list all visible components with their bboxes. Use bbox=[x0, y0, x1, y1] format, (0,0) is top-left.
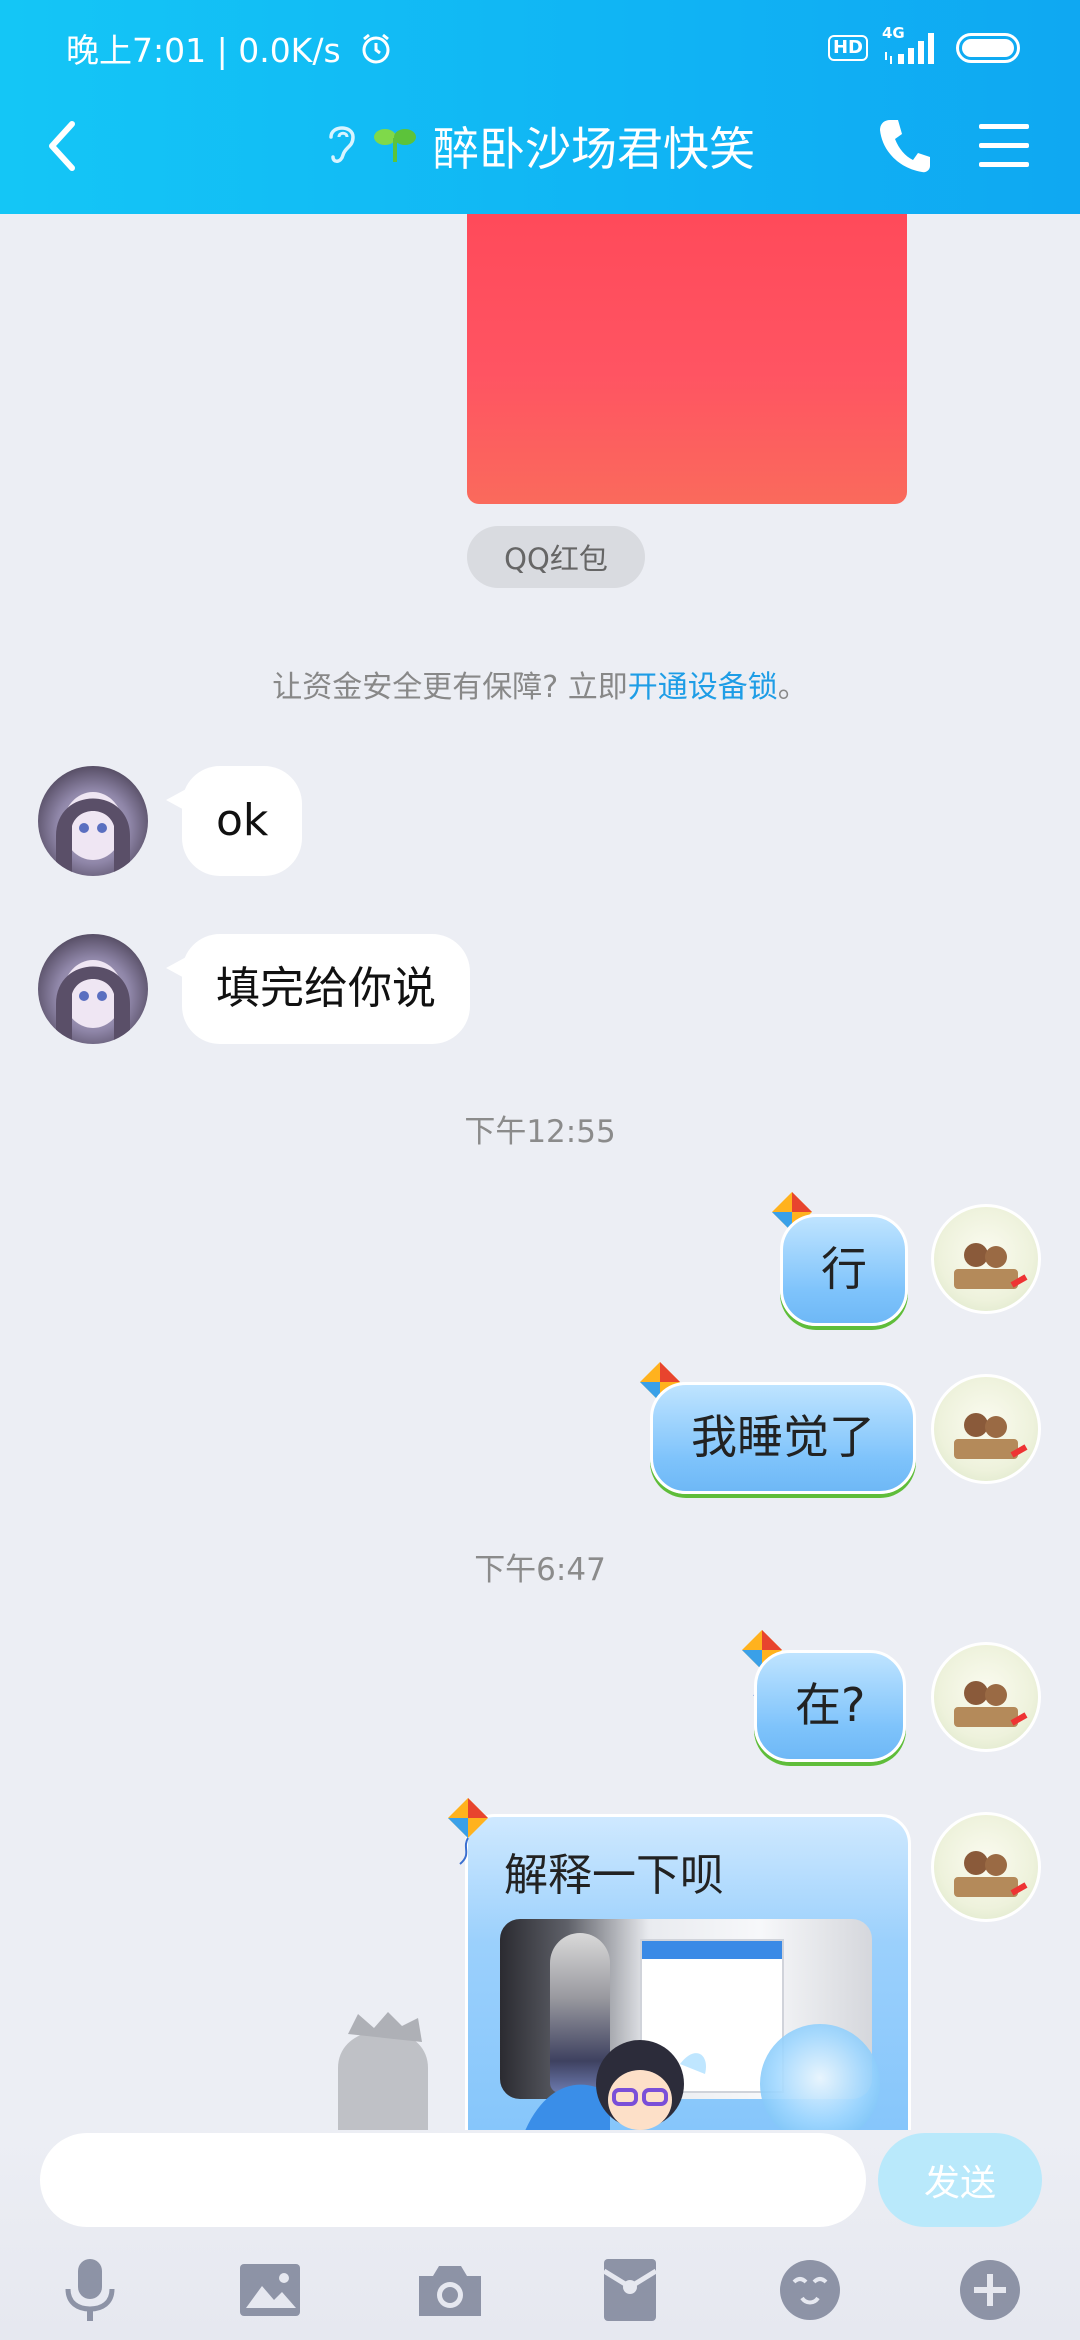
my-avatar[interactable] bbox=[931, 1374, 1041, 1484]
phone-call-icon[interactable] bbox=[876, 116, 932, 180]
header: 晚上7:01 | 0.0K/s HD 4G 醉卧沙场君快笑 bbox=[0, 0, 1080, 214]
status-right: HD 4G bbox=[827, 24, 1020, 66]
message-bubble-right[interactable]: 在? bbox=[754, 1650, 907, 1762]
plus-icon[interactable] bbox=[950, 2250, 1030, 2330]
status-bar: 晚上7:01 | 0.0K/s HD 4G bbox=[0, 0, 1080, 95]
status-left: 晚上7:01 | 0.0K/s bbox=[66, 24, 393, 74]
message-bubble-left[interactable]: ok bbox=[165, 766, 303, 876]
camera-icon[interactable] bbox=[410, 2250, 490, 2330]
chat-area[interactable]: QQ红包 让资金安全更有保障? 立即开通设备锁。 ok 填完给你说 下午12:5… bbox=[0, 214, 1080, 2130]
message-bubble-right[interactable]: 我睡觉了 bbox=[650, 1382, 916, 1494]
contact-avatar[interactable] bbox=[38, 934, 148, 1044]
my-avatar[interactable] bbox=[931, 1812, 1041, 1922]
contact-avatar[interactable] bbox=[38, 766, 148, 876]
battery-icon bbox=[956, 33, 1020, 63]
input-area: 发送 bbox=[0, 2130, 1080, 2340]
menu-icon[interactable] bbox=[977, 120, 1033, 176]
ghost-character-icon bbox=[318, 2008, 448, 2130]
red-packet-icon[interactable] bbox=[590, 2250, 670, 2330]
alarm-icon bbox=[359, 32, 393, 74]
send-button[interactable]: 发送 bbox=[878, 2133, 1042, 2227]
my-avatar[interactable] bbox=[931, 1642, 1041, 1752]
message-text: 解释一下呗 bbox=[504, 1850, 724, 1901]
sprout-icon bbox=[373, 124, 417, 168]
status-time: 晚上7:01 | 0.0K/s bbox=[66, 31, 341, 70]
image-icon[interactable] bbox=[230, 2250, 310, 2330]
enable-device-lock-link[interactable]: 开通设备锁 bbox=[628, 670, 778, 705]
red-packet-label: QQ红包 bbox=[467, 526, 645, 588]
message-bubble-right[interactable]: 行 bbox=[780, 1214, 908, 1326]
chat-title: 醉卧沙场君快笑 bbox=[433, 122, 755, 176]
hd-badge: HD bbox=[827, 35, 868, 61]
input-toolbar bbox=[0, 2250, 1080, 2330]
microphone-icon[interactable] bbox=[50, 2250, 130, 2330]
security-notice-text: 让资金安全更有保障? 立即 bbox=[272, 670, 628, 705]
earpiece-mode-icon[interactable] bbox=[325, 121, 359, 171]
message-bubble-left[interactable]: 填完给你说 bbox=[166, 934, 470, 1044]
message-input[interactable] bbox=[40, 2133, 866, 2227]
security-notice: 让资金安全更有保障? 立即开通设备锁。 bbox=[0, 662, 1080, 706]
timestamp: 下午6:47 bbox=[474, 1552, 606, 1588]
kite-icon bbox=[442, 1796, 492, 1866]
signal-icon: 4G bbox=[882, 24, 942, 66]
emoji-icon[interactable] bbox=[770, 2250, 850, 2330]
security-notice-suffix: 。 bbox=[777, 670, 808, 705]
boy-sticker-icon bbox=[520, 2004, 760, 2130]
timestamp: 下午12:55 bbox=[464, 1114, 616, 1150]
my-avatar[interactable] bbox=[931, 1204, 1041, 1314]
red-packet-card[interactable] bbox=[467, 214, 907, 504]
